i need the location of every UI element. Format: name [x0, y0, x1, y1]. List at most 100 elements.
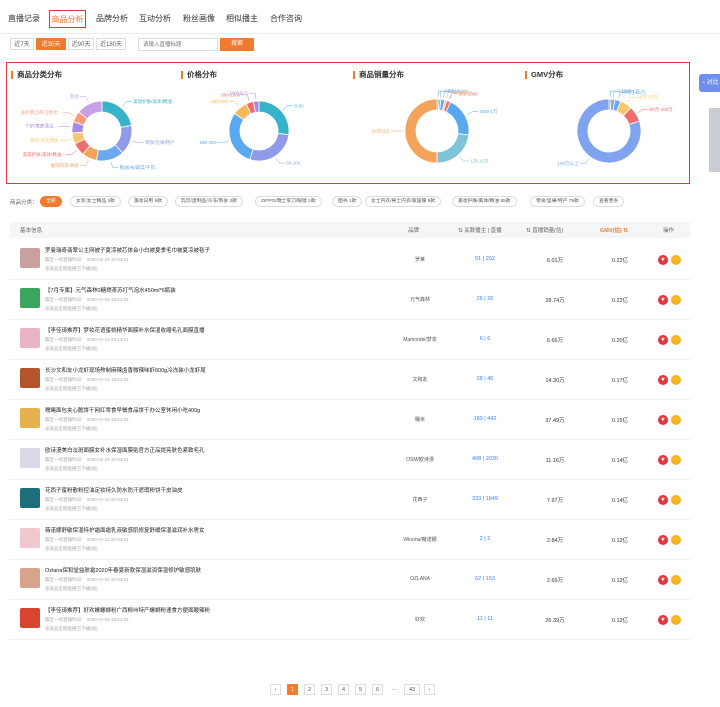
page-button[interactable]: 5	[355, 684, 366, 695]
product-title[interactable]: 罗曼瑞奇翡翠公主网被子夏凉被芯体会小白被夏季毛巾被夏凉被毯子	[45, 246, 210, 254]
favorite-icon[interactable]: ★	[658, 615, 668, 625]
related-hosts-lives[interactable]: 11 | 11	[450, 616, 520, 622]
category-chip[interactable]: 图书 1款	[332, 196, 363, 207]
more-icon[interactable]: ⋯	[671, 295, 681, 305]
more-icon[interactable]: ⋯	[671, 335, 681, 345]
next-page-button[interactable]: ›	[424, 684, 435, 695]
product-title[interactable]: 欧诗漫美白淡斑面膜女补水保湿面膜贴官方正品提亮肤色紧致毛孔	[45, 446, 205, 454]
table-row[interactable]: 薇诺娜舒敏保湿特护霜面霜乳液敏感肌修复舒缓保湿滋润补水男女 最近一场直播时间： 2…	[10, 520, 690, 560]
category-chip[interactable]: 全部	[40, 196, 62, 207]
more-icon[interactable]: ⋯	[671, 535, 681, 545]
related-hosts-count[interactable]: 51	[475, 256, 481, 262]
favorite-icon[interactable]: ★	[658, 455, 668, 465]
related-hosts-lives[interactable]: 26 | 26	[450, 296, 520, 302]
category-chip[interactable]: 零食/坚果/特产 79款	[530, 196, 585, 207]
related-hosts-lives[interactable]: 28 | 45	[450, 376, 520, 382]
view-more-categories[interactable]: 查看更多	[593, 196, 625, 207]
product-title[interactable]: 花西子蜜粉散粉控油定妆持久防水防汗遮瑕粉饼干皮油皮	[45, 486, 183, 494]
favorite-icon[interactable]: ★	[658, 495, 668, 505]
tab-interaction-analysis[interactable]: 互动分析	[139, 10, 171, 28]
page-button[interactable]: 1	[287, 684, 298, 695]
category-chip[interactable]: 乳饮/蛋制品/冷冻/熟食 2款	[175, 196, 243, 207]
product-title[interactable]: 糯曦面包夹心脆饼干网红零食早餐食品饼干办公室休闲小吃400g	[45, 406, 200, 414]
product-thumbnail[interactable]	[20, 408, 40, 428]
period-30d[interactable]: 近30天	[36, 38, 66, 50]
related-hosts-count[interactable]: 26	[477, 296, 483, 302]
related-lives-count[interactable]: 6	[487, 336, 490, 342]
related-hosts-count[interactable]: 62	[475, 576, 481, 582]
product-title[interactable]: 【7月专属】元气森林0糖燃茶苏打气泡水450ml*6瓶装	[45, 286, 176, 294]
related-hosts-count[interactable]: 468	[472, 456, 481, 462]
tab-similar-hosts[interactable]: 相似播主	[226, 10, 258, 28]
product-title[interactable]: 【李佳琦推荐】好欢螺螺蛳粉广西柳州特产螺蛳粉速食方便面酸辣粉	[45, 606, 210, 614]
related-lives-count[interactable]: 45	[487, 376, 493, 382]
more-icon[interactable]: ⋯	[671, 615, 681, 625]
table-row[interactable]: 罗曼瑞奇翡翠公主网被子夏凉被芯体会小白被夏季毛巾被夏凉被毯子 最近一场直播时间： …	[10, 240, 690, 280]
favorite-icon[interactable]: ★	[658, 415, 668, 425]
favorite-icon[interactable]: ★	[658, 575, 668, 585]
header-related-hosts[interactable]: ⇅ 关联播主 | 直播	[458, 226, 502, 234]
table-row[interactable]: 长沙文和友小龙虾现场熬制麻辣卤香微辣味虾600g冷冻装小龙虾尾 最近一场直播时间：…	[10, 360, 690, 400]
more-icon[interactable]: ⋯	[671, 255, 681, 265]
header-live-sales[interactable]: ⇅ 直播销量(估)	[526, 226, 563, 234]
donut-slice[interactable]	[228, 112, 254, 161]
product-thumbnail[interactable]	[20, 528, 40, 548]
related-hosts-lives[interactable]: 6 | 6	[450, 336, 520, 342]
product-thumbnail[interactable]	[20, 368, 40, 388]
product-title[interactable]: Ozlana保和堂益肤霜2020年春夏新款保湿滋润保湿修护敏感肌肤	[45, 566, 201, 574]
related-hosts-lives[interactable]: 62 | 153	[450, 576, 520, 582]
product-thumbnail[interactable]	[20, 608, 40, 628]
favorite-icon[interactable]: ★	[658, 375, 668, 385]
page-button[interactable]: 6	[372, 684, 383, 695]
header-gmv[interactable]: GMV(估) ⇅	[600, 226, 628, 234]
more-icon[interactable]: ⋯	[671, 575, 681, 585]
more-icon[interactable]: ⋯	[671, 495, 681, 505]
donut-slice[interactable]	[436, 133, 470, 164]
product-title[interactable]: 薇诺娜舒敏保湿特护霜面霜乳液敏感肌修复舒缓保湿滋润补水男女	[45, 526, 205, 534]
prev-page-button[interactable]: ‹	[270, 684, 281, 695]
period-7d[interactable]: 近7天	[10, 38, 34, 50]
table-row[interactable]: 欧诗漫美白淡斑面膜女补水保湿面膜贴官方正品提亮肤色紧致毛孔 最近一场直播时间： 2…	[10, 440, 690, 480]
related-lives-count[interactable]: 202	[486, 256, 495, 262]
related-hosts-lives[interactable]: 2 | 2	[450, 536, 520, 542]
table-row[interactable]: 花西子蜜粉散粉控油定妆持久防水防汗遮瑕粉饼干皮油皮 最近一场直播时间： 2020-…	[10, 480, 690, 520]
related-lives-count[interactable]: 11	[487, 616, 493, 622]
search-input[interactable]	[138, 38, 218, 51]
related-lives-count[interactable]: 2030	[486, 456, 498, 462]
more-icon[interactable]: ⋯	[671, 455, 681, 465]
product-thumbnail[interactable]	[20, 248, 40, 268]
tab-brand-analysis[interactable]: 品牌分析	[96, 10, 128, 28]
table-row[interactable]: 糯曦面包夹心脆饼干网红零食早餐食品饼干办公室休闲小吃400g 最近一场直播时间： …	[10, 400, 690, 440]
favorite-icon[interactable]: ★	[658, 295, 668, 305]
product-thumbnail[interactable]	[20, 488, 40, 508]
table-row[interactable]: Ozlana保和堂益肤霜2020年春夏新款保湿滋润保湿修护敏感肌肤 最近一场直播时…	[10, 560, 690, 600]
tab-product-analysis[interactable]: 商品分析	[49, 10, 86, 28]
related-hosts-count[interactable]: 28	[477, 376, 483, 382]
category-chip[interactable]: 女士内衣/男士内衣/家居服 8款	[365, 196, 442, 207]
related-hosts-count[interactable]: 6	[480, 336, 483, 342]
related-hosts-count[interactable]: 11	[477, 616, 483, 622]
related-hosts-lives[interactable]: 51 | 202	[450, 256, 520, 262]
related-hosts-count[interactable]: 333	[472, 496, 481, 502]
donut-slice[interactable]	[249, 132, 290, 162]
product-thumbnail[interactable]	[20, 568, 40, 588]
donut-slice[interactable]	[258, 100, 290, 136]
donut-slice[interactable]	[445, 101, 470, 136]
category-chip[interactable]: 美妆日用 9款	[128, 196, 168, 207]
more-icon[interactable]: ⋯	[671, 415, 681, 425]
product-title[interactable]: 【李佳琦推荐】梦妆花语蜜桃精华面膜补水保湿收缩毛孔面膜直播	[45, 326, 205, 334]
page-button[interactable]: 43	[404, 684, 420, 695]
search-button[interactable]: 搜索	[220, 38, 254, 51]
tab-live-records[interactable]: 直播记录	[8, 10, 40, 28]
category-chip[interactable]: ZIPPO/瑞士军刀/眼镜 2款	[255, 196, 322, 207]
page-button[interactable]: 3	[321, 684, 332, 695]
favorite-icon[interactable]: ★	[658, 255, 668, 265]
tab-fan-portrait[interactable]: 粉丝画像	[183, 10, 215, 28]
period-180d[interactable]: 近180天	[96, 38, 126, 50]
product-title[interactable]: 长沙文和友小龙虾现场熬制麻辣卤香微辣味虾600g冷冻装小龙虾尾	[45, 366, 206, 374]
category-chip[interactable]: 美妆护肤/美体/精油 85款	[452, 196, 517, 207]
product-thumbnail[interactable]	[20, 448, 40, 468]
product-thumbnail[interactable]	[20, 288, 40, 308]
related-lives-count[interactable]: 153	[486, 576, 495, 582]
related-hosts-count[interactable]: 2	[480, 536, 483, 542]
